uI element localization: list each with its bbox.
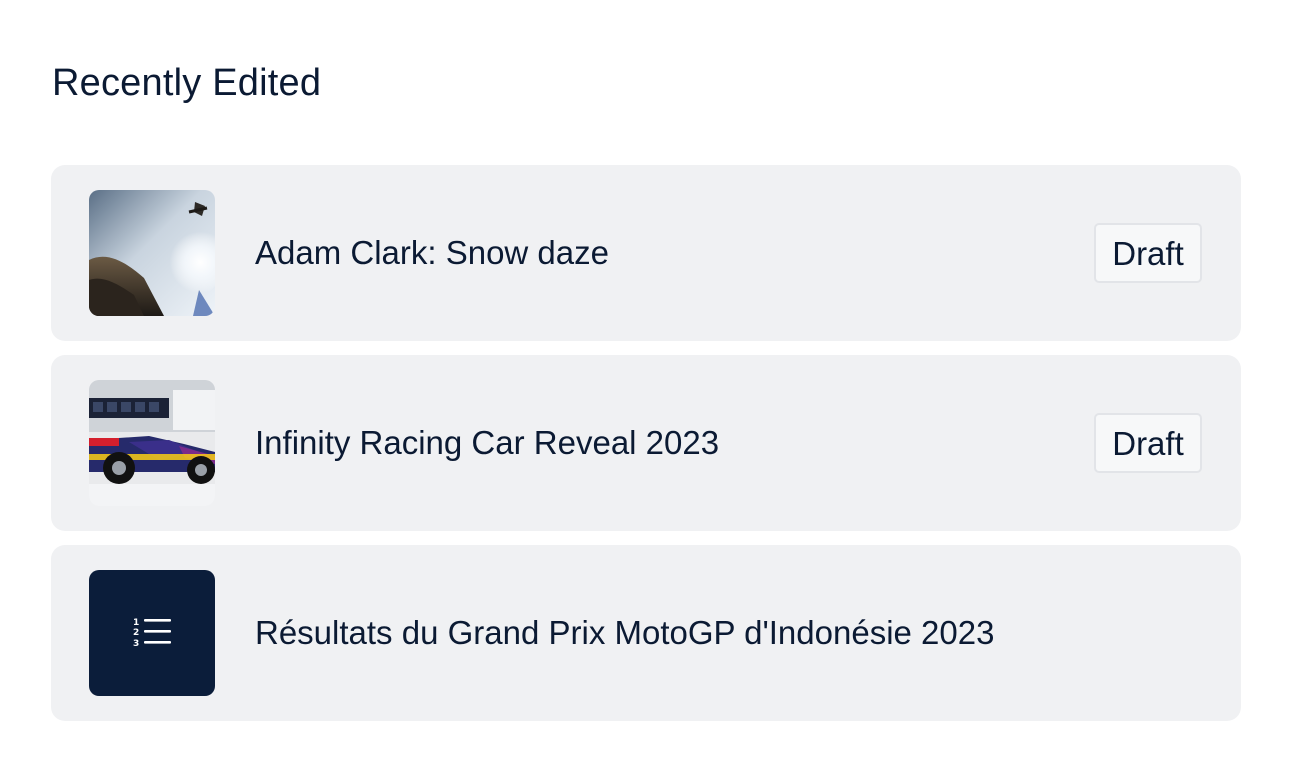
recent-item-motogp-results[interactable]: 1 2 3 Résultats du Grand Prix MotoGP d'I… [51,545,1241,721]
svg-text:3: 3 [133,639,139,649]
recent-item-infinity-racing[interactable]: Infinity Racing Car Reveal 2023 Draft [51,355,1241,531]
section-title: Recently Edited [52,62,322,104]
svg-text:1: 1 [133,618,139,628]
recent-items-list: Adam Clark: Snow daze Draft Infinity Rac… [51,165,1241,735]
numbered-list-icon: 1 2 3 [89,570,215,696]
item-title[interactable]: Résultats du Grand Prix MotoGP d'Indonés… [255,545,994,721]
svg-text:2: 2 [133,628,139,638]
snowboarder-thumbnail [89,190,215,316]
f1-car-thumbnail [89,380,215,506]
status-badge: Draft [1094,223,1202,283]
recently-edited-panel: Recently Edited Adam Clark: Snow daze Dr… [0,0,1292,772]
item-title[interactable]: Adam Clark: Snow daze [255,165,609,341]
numbered-list-icon-tile: 1 2 3 [89,570,215,696]
status-badge: Draft [1094,413,1202,473]
recent-item-snow-daze[interactable]: Adam Clark: Snow daze Draft [51,165,1241,341]
item-title[interactable]: Infinity Racing Car Reveal 2023 [255,355,719,531]
